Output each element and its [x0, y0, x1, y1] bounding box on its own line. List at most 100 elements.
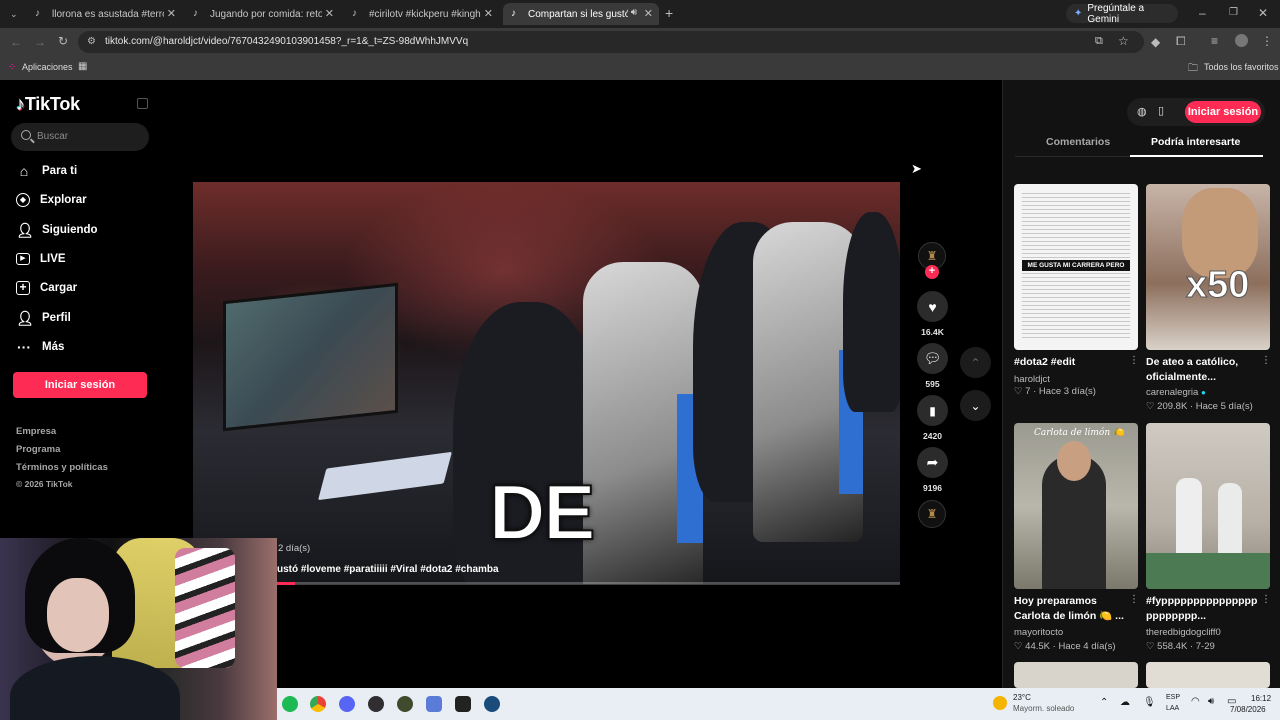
minimize-icon[interactable]: –: [1199, 7, 1206, 19]
restore-icon[interactable]: ❐: [1229, 7, 1238, 19]
footer-terminos[interactable]: Términos y políticas: [16, 462, 108, 473]
coins-icon[interactable]: ◍: [1137, 105, 1147, 118]
card-menu-icon[interactable]: ⋮: [1261, 355, 1271, 366]
chevron-up-icon: ⌃: [970, 355, 981, 370]
comment-bubble-icon: 💬︎: [923, 350, 942, 366]
app-icon[interactable]: [426, 696, 442, 712]
spotify-icon[interactable]: [282, 696, 298, 712]
sidebar-item-siguiendo[interactable]: 👤︎ Siguiendo: [16, 220, 98, 240]
obs-icon[interactable]: [368, 696, 384, 712]
extension-icon[interactable]: ◆: [1151, 36, 1160, 48]
browser-tab-active[interactable]: ♪ Compartan si les gustó #lo 🔊︎ ✕: [503, 3, 659, 25]
sidebar-item-live[interactable]: ▶ LIVE: [16, 249, 66, 269]
volume-icon[interactable]: 🔊︎: [1208, 696, 1214, 707]
video-player[interactable]: DE: [193, 182, 900, 584]
puzzle-extensions-icon[interactable]: ⧠: [1176, 35, 1186, 47]
lang-bottom[interactable]: LAA: [1166, 705, 1179, 712]
card-menu-icon[interactable]: ⋮: [1129, 594, 1139, 605]
video-card-author[interactable]: carenalegria ●: [1146, 387, 1206, 398]
sidebar-item-perfil[interactable]: 👤︎ Perfil: [16, 308, 71, 328]
like-button[interactable]: ♥: [917, 291, 948, 322]
video-card-thumbnail[interactable]: ME GUSTA MI CARRERA PERO: [1014, 184, 1138, 350]
comment-count: 595: [925, 379, 940, 389]
browser-tab[interactable]: ♪ llorona es asustada #terror #fyp ✕: [27, 3, 182, 25]
video-card-title[interactable]: #dota2 #edit: [1014, 355, 1138, 370]
speaker-icon[interactable]: 🔊︎: [631, 7, 637, 18]
video-card-title[interactable]: #fyppppppppppppppppppppppp...: [1146, 594, 1258, 624]
video-card-thumbnail[interactable]: [1014, 662, 1138, 688]
tab-comentarios[interactable]: Comentarios: [1046, 136, 1110, 148]
share-button[interactable]: ➦: [917, 447, 948, 478]
bookmark-apps[interactable]: Aplicaciones: [22, 62, 73, 72]
steam-icon[interactable]: [484, 696, 500, 712]
sidebar-item-explorar[interactable]: ◆ Explorar: [16, 190, 87, 210]
tab-groups-icon[interactable]: ▦: [78, 61, 87, 72]
video-card-author[interactable]: theredbigdogcliff0: [1146, 627, 1221, 638]
card-menu-icon[interactable]: ⋮: [1261, 594, 1271, 605]
video-card-thumbnail[interactable]: [1146, 662, 1270, 688]
clock-date[interactable]: 7/08/2026: [1230, 705, 1266, 714]
video-card-title[interactable]: Hoy preparamos Carlota de limón 🍋 ...: [1014, 594, 1126, 624]
search-input[interactable]: Buscar: [11, 123, 149, 151]
comment-button[interactable]: 💬︎: [917, 343, 948, 374]
mic-icon[interactable]: 🎙︎: [1143, 697, 1156, 708]
browser-tab[interactable]: ♪ #cirilotv #kickperu #kinghouse ✕: [344, 3, 499, 25]
chrome-icon[interactable]: [310, 696, 326, 712]
wifi-icon[interactable]: ◠: [1191, 696, 1200, 707]
all-bookmarks[interactable]: Todos los favoritos: [1204, 62, 1279, 72]
kebab-menu-icon[interactable]: ⋮: [1261, 35, 1273, 47]
sidebar-item-para-ti[interactable]: ⌂ Para ti: [16, 161, 77, 181]
video-card-thumbnail[interactable]: [1146, 423, 1270, 589]
sound-disc-icon[interactable]: ♜: [918, 500, 946, 528]
back-icon[interactable]: ←: [10, 36, 22, 48]
weather-icon[interactable]: [993, 696, 1007, 710]
onedrive-icon[interactable]: ☁: [1120, 697, 1130, 708]
close-window-icon[interactable]: ✕: [1258, 7, 1268, 19]
lang-top[interactable]: ESP: [1166, 694, 1180, 701]
url-field[interactable]: ⚙ tiktok.com/@haroldjct/video/7670432490…: [78, 31, 1144, 53]
video-card-title[interactable]: De ateo a católico, oficialmente...: [1146, 355, 1258, 385]
clock-time[interactable]: 16:12: [1251, 694, 1271, 703]
follow-plus-icon[interactable]: +: [925, 265, 939, 279]
gemini-button[interactable]: ✦ Pregúntale a Gemini: [1066, 3, 1178, 25]
phone-app-icon[interactable]: ▯: [1158, 104, 1164, 117]
close-tab-icon[interactable]: ✕: [325, 7, 334, 20]
tiktok-logo[interactable]: ♪TikTok: [16, 94, 80, 115]
close-tab-icon[interactable]: ✕: [484, 7, 493, 20]
close-tab-icon[interactable]: ✕: [644, 7, 653, 20]
login-button[interactable]: Iniciar sesión: [13, 372, 147, 398]
tab-search-icon[interactable]: ⌄: [10, 8, 18, 20]
footer-empresa[interactable]: Empresa: [16, 426, 56, 437]
xbox-icon[interactable]: [397, 696, 413, 712]
browser-tab[interactable]: ♪ Jugando por comida: retos y hu ✕: [185, 3, 340, 25]
footer-programa[interactable]: Programa: [16, 444, 60, 455]
discord-icon[interactable]: [339, 696, 355, 712]
card-menu-icon[interactable]: ⋮: [1129, 355, 1139, 366]
site-info-icon[interactable]: ⚙: [87, 36, 96, 47]
video-progress-bar[interactable]: [276, 582, 900, 585]
profile-avatar-icon[interactable]: [1235, 34, 1248, 47]
collapse-sidebar-icon[interactable]: [137, 98, 148, 109]
forward-icon[interactable]: →: [34, 36, 46, 48]
new-tab-icon[interactable]: +: [665, 6, 673, 20]
video-card-thumbnail[interactable]: x50: [1146, 184, 1270, 350]
tray-chevron-icon[interactable]: ⌃: [1100, 697, 1108, 708]
next-video-button[interactable]: ⌄: [960, 390, 991, 421]
bookmark-star-icon[interactable]: ☆: [1118, 34, 1129, 48]
right-login-button[interactable]: Iniciar sesión: [1185, 101, 1261, 123]
close-tab-icon[interactable]: ✕: [167, 7, 176, 20]
video-card-author[interactable]: haroldjct: [1014, 374, 1050, 385]
tab-podria-interesarte[interactable]: Podría interesarte: [1151, 136, 1240, 148]
previous-video-button[interactable]: ⌃: [960, 347, 991, 378]
install-app-icon[interactable]: ⧉: [1095, 35, 1103, 48]
sidebar-item-cargar[interactable]: + Cargar: [16, 278, 77, 298]
epic-games-icon[interactable]: [455, 696, 471, 712]
video-scene-player: [843, 212, 900, 412]
card-person-shape: [1176, 478, 1202, 558]
video-card-author[interactable]: mayoritocto: [1014, 627, 1063, 638]
video-card-thumbnail[interactable]: Carlota de limón 🍋: [1014, 423, 1138, 589]
sidebar-item-mas[interactable]: ··· Más: [16, 337, 64, 357]
media-control-icon[interactable]: ≡: [1211, 35, 1218, 47]
reload-icon[interactable]: ↻: [58, 35, 68, 47]
save-button[interactable]: ▮: [917, 395, 948, 426]
